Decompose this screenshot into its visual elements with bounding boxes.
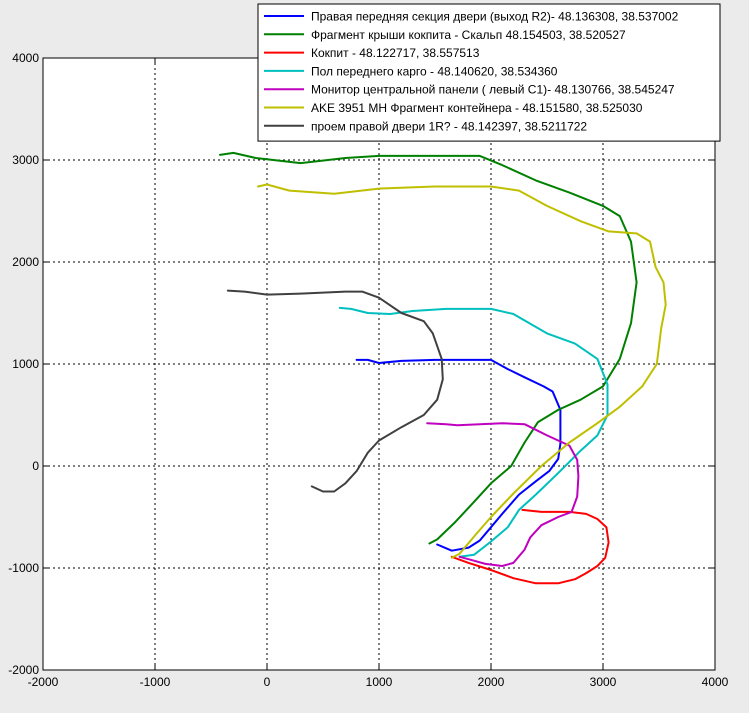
x-tick-label: 2000 xyxy=(478,675,505,689)
y-tick-label: 0 xyxy=(32,459,39,473)
y-tick-label: -2000 xyxy=(8,663,39,677)
x-tick-label: -1000 xyxy=(140,675,171,689)
legend-label: Правая передняя секция двери (выход R2)-… xyxy=(311,10,679,24)
legend-label: Пол переднего карго - 48.140620, 38.5343… xyxy=(311,64,558,78)
legend-label: проем правой двери 1R? - 48.142397, 38.5… xyxy=(311,119,587,133)
x-tick-label: 3000 xyxy=(590,675,617,689)
y-tick-label: 3000 xyxy=(12,153,39,167)
x-tick-label: 1000 xyxy=(366,675,393,689)
chart: -2000 -1000 0 1000 2000 3000 4000 -2000 -1000 0 10… xyxy=(8,3,729,689)
legend-label: Монитор центральной панели ( левый С1)- … xyxy=(311,83,675,97)
y-tick-label: 1000 xyxy=(12,357,39,371)
legend-label: AKE 3951 MH Фрагмент контейнера - 48.151… xyxy=(311,101,643,115)
x-tick-label: -2000 xyxy=(28,675,59,689)
x-tick-label: 4000 xyxy=(702,675,729,689)
legend: Правая передняя секция двери (выход R2)-… xyxy=(257,3,721,142)
legend-label: Кокпит - 48.122717, 38.557513 xyxy=(311,46,480,60)
y-tick-label: 2000 xyxy=(12,255,39,269)
legend-label: Фрагмент крыши кокпита - Скальп 48.15450… xyxy=(311,28,626,42)
x-tick-label: 0 xyxy=(264,675,271,689)
y-tick-label: -1000 xyxy=(8,561,39,575)
y-tick-label: 4000 xyxy=(12,51,39,65)
